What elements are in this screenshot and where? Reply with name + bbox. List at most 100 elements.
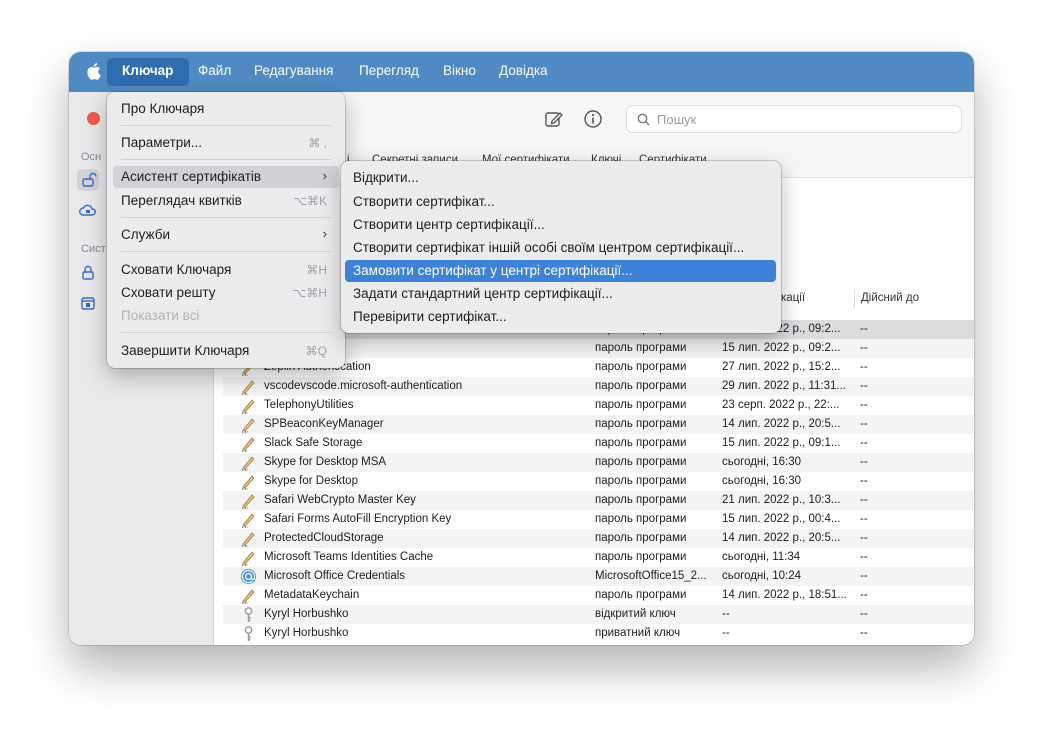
row-expires: --	[860, 532, 868, 544]
pencil-icon	[240, 435, 257, 452]
row-name: SPBeaconKeyManager	[264, 418, 384, 430]
row-name: ProtectedCloudStorage	[264, 532, 384, 544]
pencil-icon	[240, 378, 257, 395]
info-icon[interactable]	[583, 109, 603, 129]
menu-item-quit[interactable]: Завершити Ключаря ⌘Q	[113, 340, 339, 362]
certificate-assistant-submenu: Відкрити... Створити сертифікат... Створ…	[341, 161, 781, 333]
compose-icon[interactable]	[544, 109, 564, 129]
table-row[interactable]: Microsoft Teams Identities Cache пароль п…	[223, 548, 974, 567]
submenu-item-create-ca[interactable]: Створити центр сертифікації...	[345, 214, 777, 236]
row-date: --	[722, 608, 730, 620]
table-row[interactable]: Slack Safe Storage пароль програми 15 лип.…	[223, 434, 974, 453]
row-date: 27 лип. 2022 р., 15:2...	[722, 361, 841, 373]
table-row[interactable]: vscodevscode.microsoft-authentication пар…	[223, 377, 974, 396]
pencil-icon	[240, 530, 257, 547]
sidebar-heading-default: Осн	[81, 151, 102, 163]
menu-item-ticket-viewer[interactable]: Переглядач квитків ⌥⌘K	[113, 190, 339, 212]
close-window-button[interactable]	[87, 112, 100, 125]
row-date: сьогодні, 11:34	[722, 551, 801, 563]
menubar-window[interactable]: Вікно	[443, 63, 476, 83]
row-expires: --	[860, 627, 868, 639]
table-row[interactable]: Safari WebCrypto Master Key пароль програ…	[223, 491, 974, 510]
table-row[interactable]: ProtectedCloudStorage пароль програми 14 л…	[223, 529, 974, 548]
sidebar-item-system-roots[interactable]	[77, 292, 99, 314]
table-row[interactable]: Microsoft Office Credentials MicrosoftOff…	[223, 567, 974, 586]
row-expires: --	[860, 570, 868, 582]
column-header-expires[interactable]: Дійсний до	[861, 292, 919, 304]
menubar-edit[interactable]: Редагування	[254, 63, 333, 83]
apple-icon[interactable]	[87, 61, 101, 81]
table-row[interactable]: Safari Forms AutoFill Encryption Key паро…	[223, 510, 974, 529]
row-date: 15 лип. 2022 р., 09:1...	[722, 437, 841, 449]
submenu-item-set-default-ca[interactable]: Задати стандартний центр сертифікації...	[345, 283, 777, 305]
table-row[interactable]: Kyryl Horbushko приватний ключ -- --	[223, 624, 974, 643]
pencil-icon	[240, 587, 257, 604]
menubar-file[interactable]: Файл	[198, 63, 231, 83]
submenu-item-create-certificate[interactable]: Створити сертифікат...	[345, 191, 777, 213]
row-name: Skype for Desktop	[264, 475, 358, 487]
row-kind: пароль програми	[595, 456, 687, 468]
row-name: Microsoft Teams Identities Cache	[264, 551, 434, 563]
row-kind: пароль програми	[595, 361, 687, 373]
submenu-item-open[interactable]: Відкрити...	[345, 167, 777, 189]
row-name: Kyryl Horbushko	[264, 627, 349, 639]
table-row[interactable]: Skype for Desktop пароль програми сьогодні…	[223, 472, 974, 491]
pencil-icon	[240, 397, 257, 414]
lock-icon	[82, 265, 94, 280]
submenu-item-request-from-ca[interactable]: Замовити сертифікат у центрі сертифікаці…	[345, 260, 776, 282]
at-sign-icon	[240, 568, 257, 585]
row-name: Skype for Desktop MSA	[264, 456, 387, 468]
menu-item-certificate-assistant[interactable]: Асистент сертифікатів ›	[113, 166, 339, 188]
table-row[interactable]: Skype for Desktop MSA пароль програми сьог…	[223, 453, 974, 472]
menu-item-about[interactable]: Про Ключаря	[113, 98, 339, 120]
menu-item-hide-others[interactable]: Сховати решту ⌥⌘H	[113, 282, 339, 304]
row-date: 14 лип. 2022 р., 20:5...	[722, 532, 841, 544]
submenu-item-create-for-other[interactable]: Створити сертифікат іншій особі своїм це…	[345, 237, 777, 259]
row-kind: MicrosoftOffice15_2...	[595, 570, 707, 582]
row-name: Microsoft Office Credentials	[264, 570, 406, 582]
submenu-item-verify[interactable]: Перевірити сертифікат...	[345, 306, 777, 328]
pencil-icon	[240, 549, 257, 566]
table-row[interactable]: Kyryl Horbushko відкритий ключ -- --	[223, 605, 974, 624]
column-separator	[854, 290, 855, 308]
table-row[interactable]: TelephonyUtilities пароль програми 23 серп…	[223, 396, 974, 415]
row-name: vscodevscode.microsoft-authentication	[264, 380, 463, 392]
row-kind: приватний ключ	[595, 627, 681, 639]
unlocked-lock-icon	[82, 172, 97, 187]
menubar-help[interactable]: Довідка	[499, 63, 548, 83]
menubar-keychain[interactable]: Ключар	[122, 63, 173, 83]
row-kind: пароль програми	[595, 342, 687, 354]
row-expires: --	[860, 323, 868, 335]
menu-bar: Ключар Файл Редагування Перегляд Вікно Д…	[69, 52, 974, 92]
row-expires: --	[860, 551, 868, 563]
row-date: 14 лип. 2022 р., 20:5...	[722, 418, 841, 430]
menu-item-services[interactable]: Служби ›	[113, 224, 339, 246]
sidebar-item-login[interactable]	[77, 169, 99, 191]
key-icon	[240, 625, 257, 642]
menubar-view[interactable]: Перегляд	[359, 63, 419, 83]
sidebar-item-icloud[interactable]	[77, 200, 99, 222]
table-row[interactable]: MetadataKeychain пароль програми 14 лип. 2…	[223, 586, 974, 605]
row-date: 14 лип. 2022 р., 18:51...	[722, 589, 847, 601]
row-date: 15 лип. 2022 р., 00:4...	[722, 513, 841, 525]
row-name: TelephonyUtilities	[264, 399, 354, 411]
row-kind: пароль програми	[595, 380, 687, 392]
keychain-window: Ключар Файл Редагування Перегляд Вікно Д…	[69, 52, 974, 645]
menu-item-hide[interactable]: Сховати Ключаря ⌘H	[113, 259, 339, 281]
menu-item-settings[interactable]: Параметри... ⌘ ,	[113, 132, 339, 154]
row-kind: пароль програми	[595, 513, 687, 525]
row-name: MetadataKeychain	[264, 589, 360, 601]
chevron-right-icon: ›	[322, 226, 327, 241]
cloud-lock-icon	[79, 204, 96, 216]
row-name: Slack Safe Storage	[264, 437, 363, 449]
search-field[interactable]: Пошук	[626, 105, 962, 133]
key-icon	[240, 606, 257, 623]
menu-separator	[121, 217, 331, 218]
sidebar-item-system[interactable]	[77, 262, 99, 284]
menu-separator	[121, 332, 331, 333]
row-date: сьогодні, 16:30	[722, 456, 802, 468]
row-date: сьогодні, 16:30	[722, 475, 802, 487]
table-row[interactable]: SPBeaconKeyManager пароль програми 14 лип.…	[223, 415, 974, 434]
row-date: 15 лип. 2022 р., 09:2...	[722, 342, 841, 354]
sidebar-heading-system: Сист	[81, 243, 106, 255]
